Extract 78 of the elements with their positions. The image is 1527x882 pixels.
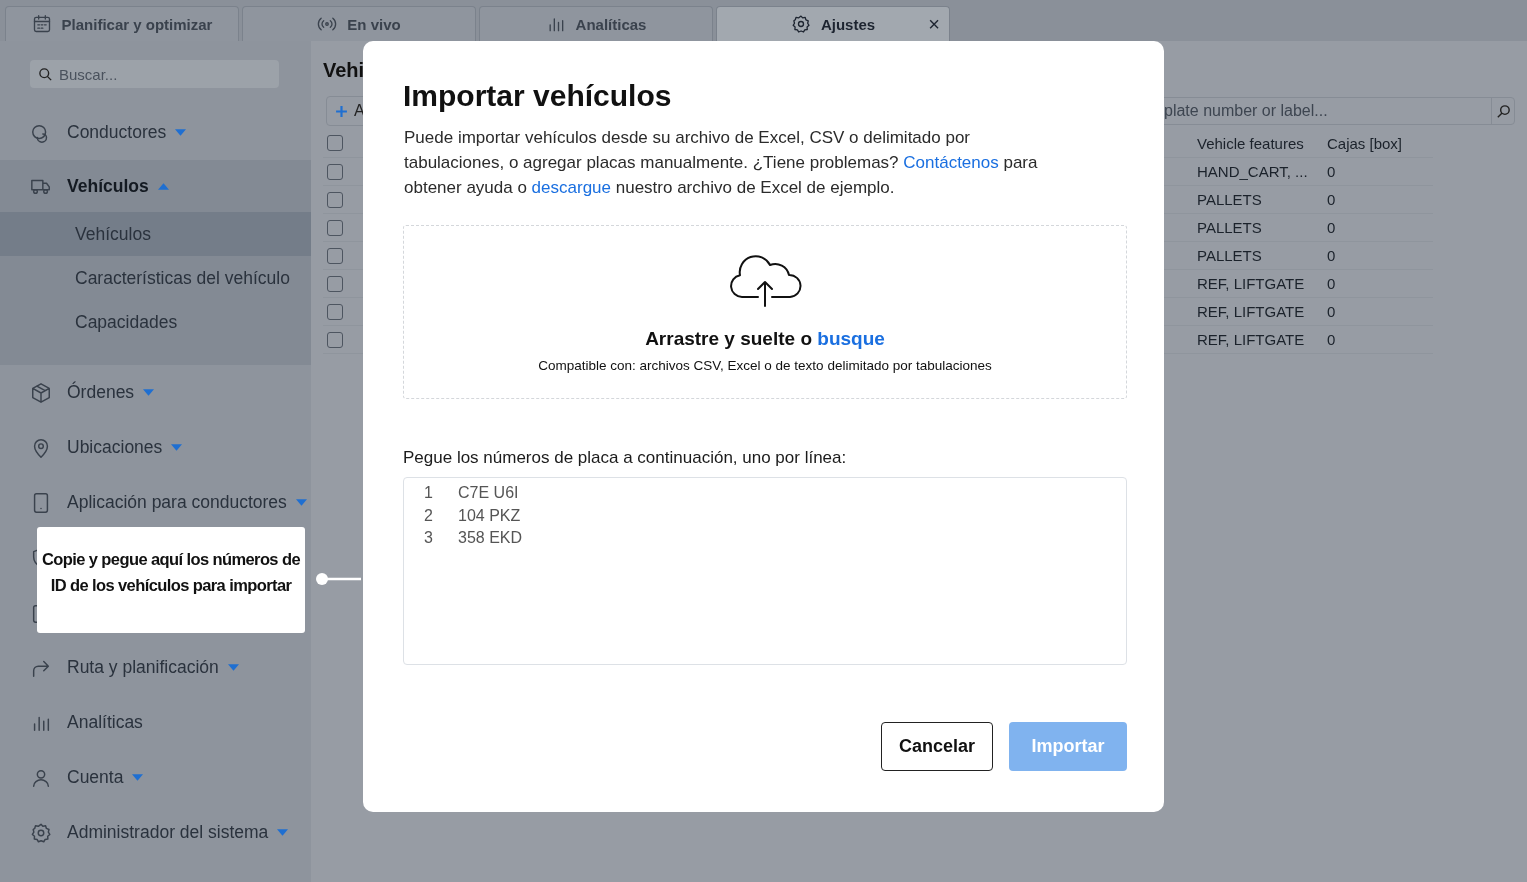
link[interactable]: Contáctenos	[903, 153, 999, 172]
sidebar-item[interactable]: Analíticas	[0, 695, 311, 750]
column-header[interactable]: Cajas [box]	[1315, 134, 1433, 152]
table-cell-text: 0	[1326, 163, 1337, 180]
table-cell-text: HAND_CART, ...	[1196, 163, 1309, 180]
page-title: Vehi	[323, 59, 366, 83]
table-cell-text: 0	[1326, 275, 1337, 292]
sidebar-subitem[interactable]: Vehículos	[0, 212, 311, 256]
table-cell-text: REF, LIFTGATE	[1196, 275, 1306, 292]
tab[interactable]: Planificar y optimizar	[5, 6, 239, 41]
sidebar-subitem[interactable]: Capacidades	[0, 300, 311, 344]
search-icon	[38, 66, 53, 82]
table-cell-text: REF, LIFTGATE	[1196, 331, 1306, 348]
plate-text: C7E U6I	[458, 483, 519, 503]
settings-icon	[790, 14, 811, 34]
tab[interactable]: Ajustes ×	[716, 6, 950, 41]
search-icon	[1494, 102, 1512, 120]
table-cell-text: REF, LIFTGATE	[1196, 303, 1306, 320]
line-number: 2	[424, 505, 434, 526]
line-number: 1	[424, 483, 434, 503]
sidebar-item[interactable]: Administrador del sistema	[0, 805, 311, 860]
sidebar-item[interactable]: Ruta y planificación	[0, 640, 311, 695]
calendar-icon	[31, 14, 52, 34]
callout: Copie y pegue aquí los números de ID de los vehículos para importar	[37, 527, 305, 633]
table-cell-text: 0	[1326, 331, 1337, 348]
caret-icon	[277, 829, 289, 836]
search-field[interactable]: Buscar...	[30, 60, 279, 88]
table-cell-text: 0	[1326, 303, 1337, 320]
tab[interactable]: En vivo	[242, 6, 476, 41]
checkbox[interactable]	[327, 135, 343, 151]
sidebar-item[interactable]: Órdenes	[0, 365, 311, 420]
plus-icon	[335, 104, 348, 118]
sidebar-item[interactable]: Ubicaciones	[0, 420, 311, 475]
browse-link[interactable]: busque	[817, 328, 885, 349]
leader-line	[313, 572, 363, 586]
sidebar-item[interactable]: Conductores	[0, 105, 311, 160]
table-cell-text: 0	[1326, 219, 1337, 236]
caret-icon	[132, 774, 144, 781]
caret-icon	[295, 499, 307, 506]
cancel-button[interactable]: Cancelar	[880, 722, 993, 771]
description: Puede importar vehículos desde su archivo de Excel, CSV o delimitado por tabulaciones, o agregar placas manualmente. ¿Tiene problemas? Contáctenos para obtener ayuda o descargue nuestro archivo de Excel de ejemplo.	[404, 127, 1039, 199]
sidebar-item[interactable]: Cuenta	[0, 750, 311, 805]
drop-zone[interactable]: Arrastre y suelte o busque Compatible con: archivos CSV, Excel o de texto delimitado por tabulaciones	[403, 225, 1127, 399]
table-cell-text: 0	[1326, 191, 1337, 208]
field-label: Pegue los números de placa a continuación, uno por línea:	[403, 448, 848, 468]
caret-icon	[175, 129, 187, 136]
caret-icon	[171, 444, 183, 451]
checkbox[interactable]	[327, 303, 343, 320]
caret-icon	[143, 389, 155, 396]
cloud-upload-icon	[728, 255, 802, 307]
table-cell-text: PALLETS	[1196, 191, 1263, 208]
table-cell-text: 0	[1326, 247, 1337, 264]
dialog-title: Importar vehículos	[403, 79, 673, 113]
box-icon	[30, 381, 52, 404]
sidebar-item[interactable]: Vehículos	[0, 160, 311, 212]
caret-icon	[157, 182, 169, 190]
line-number: 3	[424, 528, 434, 548]
plate-text: 104 PKZ	[458, 505, 521, 526]
checkbox[interactable]	[327, 219, 343, 236]
drop-heading: Arrastre y suelte o busque	[645, 328, 885, 350]
sidebar-item[interactable]: Aplicación para conductores	[0, 475, 311, 530]
plate-text: 358 EKD	[458, 528, 523, 548]
table-cell-text: PALLETS	[1196, 247, 1263, 264]
checkbox[interactable]	[327, 331, 343, 348]
table-cell-text: PALLETS	[1196, 219, 1263, 236]
tab[interactable]: Analíticas	[479, 6, 713, 41]
checkbox[interactable]	[327, 275, 343, 292]
checkbox[interactable]	[327, 163, 343, 180]
close-button[interactable]: ×	[928, 13, 940, 36]
settings-icon	[30, 821, 52, 844]
sidebar-subitem[interactable]: Características del vehículo	[0, 256, 311, 300]
column-header[interactable]: Vehicle features	[1185, 134, 1315, 152]
checkbox[interactable]	[327, 247, 343, 264]
hint-text: Compatible con: archivos CSV, Excel o de texto delimitado por tabulaciones	[538, 358, 992, 373]
checkbox[interactable]	[327, 191, 343, 208]
link[interactable]: descargue	[531, 178, 611, 197]
caret-icon	[227, 664, 239, 671]
plate-input-field[interactable]: 1 C7E U6I 2 104 PKZ 3 358 EKD	[403, 477, 1127, 665]
